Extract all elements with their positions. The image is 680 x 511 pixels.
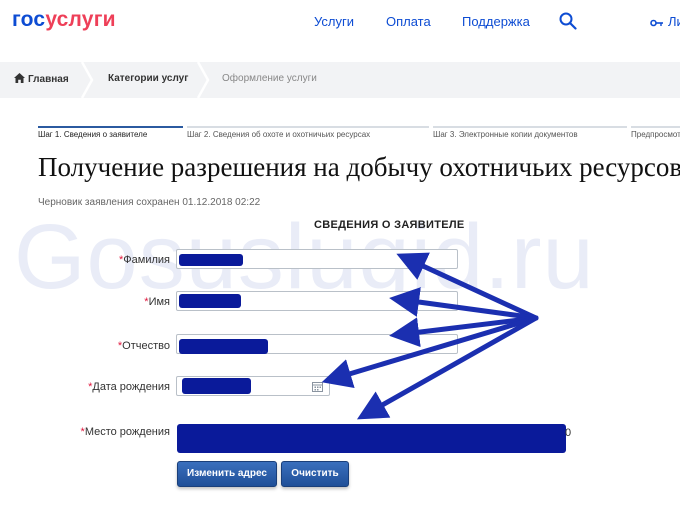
- birthplace-label-text: Место рождения: [84, 426, 170, 438]
- nav-support[interactable]: Поддержка: [462, 14, 530, 29]
- breadcrumb-separator: [80, 62, 94, 98]
- calendar-icon[interactable]: [312, 381, 323, 392]
- gosuslugi-logo[interactable]: госуслуги: [12, 8, 116, 32]
- redacted-birthdate: [182, 378, 251, 394]
- change-address-button[interactable]: Изменить адрес: [177, 461, 277, 487]
- section-title: СВЕДЕНИЯ О ЗАЯВИТЕЛЕ: [314, 219, 465, 231]
- nav-services[interactable]: Услуги: [314, 14, 354, 29]
- login-link[interactable]: Ли: [650, 14, 680, 29]
- logo-text-uslugi: услуги: [45, 8, 116, 31]
- redacted-birthplace[interactable]: [177, 424, 566, 453]
- logo-text-gos: гос: [12, 8, 46, 31]
- redacted-patronymic: [179, 339, 268, 354]
- home-icon: [14, 73, 25, 83]
- surname-label-text: Фамилия: [123, 254, 170, 266]
- redacted-surname: [179, 254, 243, 266]
- step-3[interactable]: Шаг 3. Электронные копии документов: [433, 126, 627, 146]
- step-4[interactable]: Предпросмотр: [631, 126, 680, 146]
- patronymic-label-text: Отчество: [122, 340, 170, 352]
- breadcrumb-home-label: Главная: [28, 74, 69, 85]
- login-label: Ли: [668, 14, 680, 29]
- breadcrumb-separator: [196, 62, 210, 98]
- search-icon[interactable]: [559, 12, 577, 30]
- name-label-text: Имя: [148, 296, 170, 308]
- step-2[interactable]: Шаг 2. Сведения об охоте и охотничьих ре…: [187, 126, 429, 146]
- clear-button[interactable]: Очистить: [281, 461, 349, 487]
- page-title: Получение разрешения на добычу охотничьи…: [38, 152, 680, 182]
- birthdate-label: *Дата рождения: [88, 381, 170, 393]
- site-header: госуслуги Услуги Оплата Поддержка Ли: [0, 0, 680, 52]
- key-icon: [650, 19, 663, 26]
- nav-payment[interactable]: Оплата: [386, 14, 431, 29]
- draft-status: Черновик заявления сохранен 01.12.2018 0…: [38, 197, 261, 208]
- name-label: *Имя: [144, 296, 170, 308]
- birthplace-label: *Место рождения: [81, 426, 170, 438]
- step-1[interactable]: Шаг 1. Сведения о заявителе: [38, 126, 183, 146]
- breadcrumb: Главная Категории услуг Оформление услуг…: [0, 62, 680, 98]
- birthdate-label-text: Дата рождения: [92, 381, 170, 393]
- step-progress: Шаг 1. Сведения о заявителе Шаг 2. Сведе…: [38, 126, 680, 142]
- patronymic-label: *Отчество: [118, 340, 170, 352]
- breadcrumb-categories[interactable]: Категории услуг: [108, 73, 188, 84]
- birthplace-tail-text: 0: [565, 427, 572, 439]
- redacted-name: [179, 294, 241, 308]
- surname-label: *Фамилия: [119, 254, 170, 266]
- breadcrumb-home[interactable]: Главная: [14, 73, 69, 85]
- arrow-to-birthplace: [356, 315, 539, 420]
- arrow-to-patronymic: [389, 315, 539, 348]
- breadcrumb-current: Оформление услуги: [222, 73, 317, 84]
